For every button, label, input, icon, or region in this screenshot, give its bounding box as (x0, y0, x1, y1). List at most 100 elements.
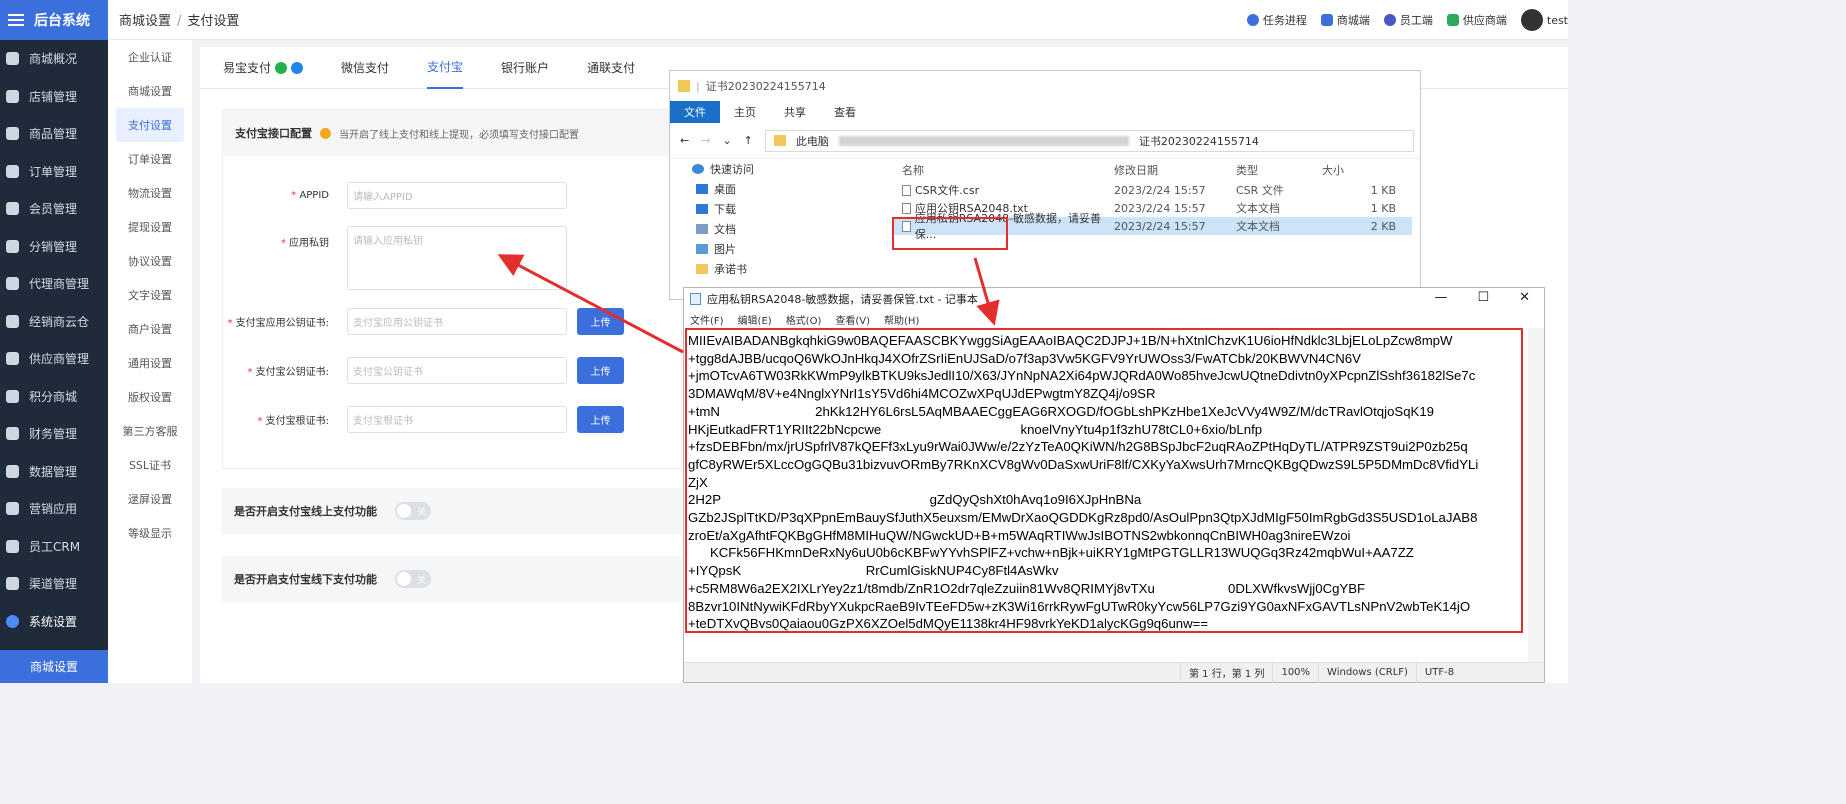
status-zoom: 100% (1272, 662, 1318, 683)
col-size[interactable]: 大小 (1316, 162, 1396, 178)
tab-alipay[interactable]: 支付宝 (427, 47, 464, 89)
online-pay-switch[interactable]: 关 (395, 502, 431, 520)
subnav-item[interactable]: 协议设置 (108, 244, 192, 278)
root-cert-upload-button[interactable]: 上传 (577, 406, 624, 433)
sidebar-item[interactable]: 商品管理 (0, 115, 108, 153)
subnav-item[interactable]: 企业认证 (108, 40, 192, 74)
app-logo[interactable]: 后台系统 (0, 0, 108, 40)
sidebar-item[interactable]: 经销商云仓 (0, 303, 108, 341)
minimize-icon[interactable]: — (1434, 290, 1447, 305)
quick-commitment[interactable]: 承诺书 (670, 259, 886, 279)
user-menu[interactable]: test (1520, 9, 1568, 31)
task-progress-link[interactable]: 任务进程 (1246, 12, 1307, 28)
root-cert-input[interactable]: 支付宝根证书 (347, 406, 567, 433)
supplier-end-link[interactable]: 供应商端 (1446, 12, 1507, 28)
menu-file[interactable]: 文件(F) (690, 312, 724, 327)
folder-icon (678, 80, 690, 92)
vertical-scrollbar[interactable] (1528, 328, 1544, 662)
sidebar-item[interactable]: 订单管理 (0, 153, 108, 191)
app-cert-input[interactable]: 支付宝应用公钥证书 (347, 308, 567, 335)
sidebar-item[interactable]: 供应商管理 (0, 340, 108, 378)
sidebar-item[interactable]: 渠道管理 (0, 565, 108, 603)
ribbon-home[interactable]: 主页 (720, 101, 770, 123)
subnav-item[interactable]: 版权设置 (108, 380, 192, 414)
breadcrumb-parent[interactable]: 商城设置 (119, 14, 171, 29)
subnav-item[interactable]: 等级显示 (108, 516, 192, 550)
up-arrow-icon[interactable]: ↑ (744, 134, 753, 147)
menu-format[interactable]: 格式(O) (786, 312, 822, 327)
sidebar-item-label: 商城概况 (29, 52, 78, 67)
sidebar-sub-item-mall-settings[interactable]: 商城设置 (0, 650, 108, 683)
private-key-textarea[interactable]: 请输入应用私钥 (347, 226, 567, 290)
blurred-path (838, 135, 1129, 146)
file-row[interactable]: CSR文件.csr 2023/2/24 15:57 CSR 文件 1 KB (892, 181, 1412, 199)
sidebar-item[interactable]: 商城概况 (0, 40, 108, 78)
sidebar-item[interactable]: 员工CRM (0, 528, 108, 566)
tab-yeepay[interactable]: 易宝支付 (223, 47, 304, 89)
subnav-item[interactable]: 第三方客服 (108, 414, 192, 448)
notepad-text-content[interactable]: MIIEvAIBADANBgkqhkiG9w0BAQEFAASCBKYwggSi… (685, 328, 1523, 633)
subnav-item[interactable]: 逯屏设置 (108, 482, 192, 516)
quick-desktop[interactable]: 桌面 (670, 179, 886, 199)
star-icon (692, 164, 704, 174)
quick-pictures[interactable]: 图片 (670, 239, 886, 259)
quick-documents[interactable]: 文档 (670, 219, 886, 239)
subnav-item[interactable]: 订单设置 (108, 142, 192, 176)
close-icon[interactable]: ✕ (1519, 290, 1530, 305)
sidebar-item[interactable]: 代理商管理 (0, 265, 108, 303)
subnav-item[interactable]: SSL证书 (108, 448, 192, 482)
col-name[interactable]: 名称 (892, 162, 1114, 178)
alipay-cert-upload-button[interactable]: 上传 (577, 357, 624, 384)
mall-end-link[interactable]: 商城端 (1320, 12, 1370, 28)
appid-row: * APPID 请输入APPID (223, 182, 567, 209)
notepad-icon (690, 293, 701, 305)
app-cert-upload-button[interactable]: 上传 (577, 308, 624, 335)
quick-access-pane: 快速访问 桌面 下载 文档 图片 承诺书 (670, 159, 886, 301)
col-type[interactable]: 类型 (1236, 162, 1316, 178)
col-date[interactable]: 修改日期 (1114, 162, 1236, 178)
forward-arrow-icon[interactable]: → (701, 134, 710, 147)
subnav-item[interactable]: 商户设置 (108, 312, 192, 346)
ribbon-view[interactable]: 查看 (820, 101, 870, 123)
notepad-window: 应用私钥RSA2048-敏感数据，请妥善保管.txt - 记事本 — ☐ ✕ 文… (683, 287, 1545, 683)
sidebar-item[interactable]: 分销管理 (0, 228, 108, 266)
ribbon-file[interactable]: 文件 (670, 101, 720, 123)
alipay-icon (291, 61, 304, 74)
subnav-item[interactable]: 提现设置 (108, 210, 192, 244)
menu-toggle-icon[interactable] (8, 14, 24, 26)
back-arrow-icon[interactable]: ← (680, 134, 689, 147)
alipay-cert-input[interactable]: 支付宝公钥证书 (347, 357, 567, 384)
sidebar-item[interactable]: 会员管理 (0, 190, 108, 228)
chevron-down-icon[interactable]: ⌄ (722, 134, 731, 147)
quick-access[interactable]: 快速访问 (670, 159, 886, 179)
store-icon (1320, 14, 1333, 26)
maximize-icon[interactable]: ☐ (1477, 290, 1489, 305)
sidebar-item[interactable]: 积分商城 (0, 378, 108, 416)
sidebar-item[interactable]: 店铺管理 (0, 78, 108, 116)
subnav-item[interactable]: 通用设置 (108, 346, 192, 380)
tab-allinpay[interactable]: 通联支付 (587, 47, 635, 89)
offline-pay-toggle-row: 是否开启支付宝线下支付功能 关 (222, 556, 682, 602)
menu-help[interactable]: 帮助(H) (884, 312, 919, 327)
quick-downloads[interactable]: 下载 (670, 199, 886, 219)
appid-input[interactable]: 请输入APPID (347, 182, 567, 209)
menu-edit[interactable]: 编辑(E) (738, 312, 772, 327)
offline-pay-switch[interactable]: 关 (395, 570, 431, 588)
breadcrumb-current: 支付设置 (187, 14, 240, 29)
tab-bank-account[interactable]: 银行账户 (501, 47, 549, 89)
subnav-item[interactable]: 商城设置 (108, 74, 192, 108)
address-path[interactable]: 此电脑 证书20230224155714 (764, 129, 1414, 152)
sidebar-item[interactable]: 财务管理 (0, 415, 108, 453)
sidebar-item[interactable]: 营销应用 (0, 490, 108, 528)
ribbon-share[interactable]: 共享 (770, 101, 820, 123)
sidebar-item[interactable]: 系统设置 (0, 603, 108, 641)
sidebar-item-label: 代理商管理 (29, 277, 90, 292)
subnav-item[interactable]: 文字设置 (108, 278, 192, 312)
menu-view[interactable]: 查看(V) (835, 312, 870, 327)
subnav-item[interactable]: 物流设置 (108, 176, 192, 210)
staff-end-link[interactable]: 员工端 (1383, 12, 1433, 28)
sidebar-item[interactable]: 数据管理 (0, 453, 108, 491)
tab-wechat-pay[interactable]: 微信支付 (341, 47, 389, 89)
avatar (1520, 9, 1543, 31)
subnav-item[interactable]: 支付设置 (116, 108, 184, 142)
